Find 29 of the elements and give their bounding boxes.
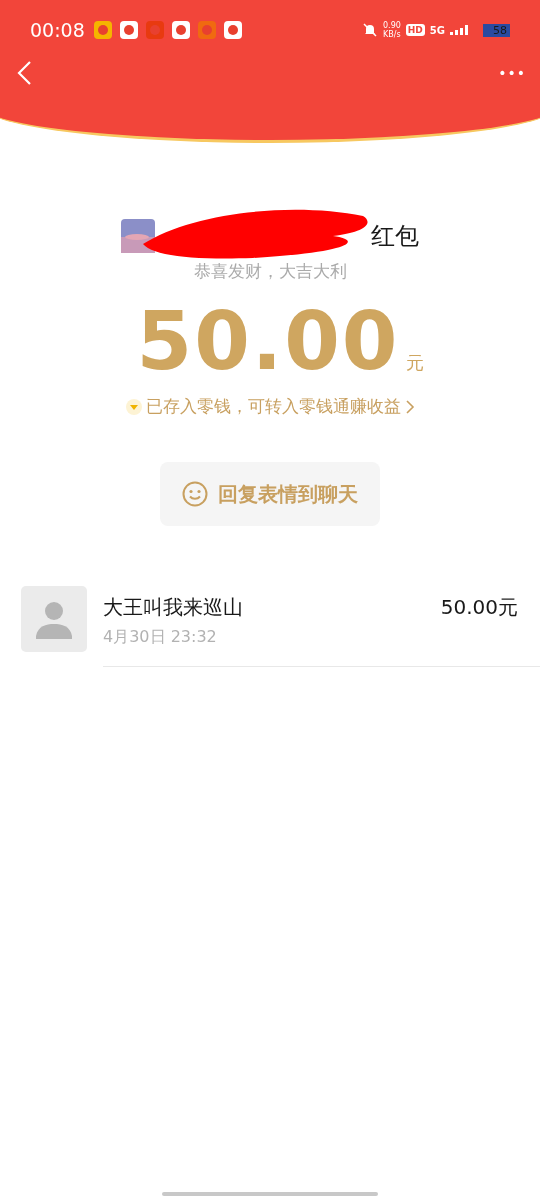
net-unit: KB/s <box>383 30 401 39</box>
more-button[interactable]: ••• <box>498 65 526 81</box>
app-notification-icon <box>92 20 113 40</box>
back-icon[interactable] <box>16 60 32 86</box>
reply-sticker-button[interactable]: 回复表情到聊天 <box>160 462 380 526</box>
envelope-title: 红包 <box>371 221 419 252</box>
net-speed: 0.90 <box>383 21 401 30</box>
network-type: 5G <box>429 24 445 36</box>
change-link[interactable]: 已存入零钱，可转入零钱通赚收益 <box>0 395 540 418</box>
chevron-right-icon <box>404 398 415 415</box>
received-time: 4月30日 23:32 <box>103 627 218 648</box>
status-time: 00:08 <box>30 19 85 41</box>
recipient-name: 大王叫我来巡山 <box>103 594 243 621</box>
smiley-icon <box>182 481 208 507</box>
app-notification-icon <box>196 20 217 40</box>
amount: 50.00 <box>136 297 400 387</box>
bell-muted-icon <box>362 22 378 38</box>
battery-level: 58 <box>483 23 510 37</box>
avatar-icon <box>21 586 87 652</box>
app-notification-icon <box>222 20 243 40</box>
app-notification-icon <box>144 20 165 40</box>
app-notification-icon <box>170 20 191 40</box>
hd-badge: HD <box>405 24 425 36</box>
notice-text: 已存入零钱，可转入零钱通赚收益 <box>145 395 401 418</box>
blessing-text: 恭喜发财，大吉大利 <box>192 260 348 283</box>
currency: 元 <box>405 351 424 375</box>
app-notification-icon <box>118 20 139 40</box>
received-amount: 50.00元 <box>440 594 518 621</box>
signal-icon <box>450 25 468 35</box>
